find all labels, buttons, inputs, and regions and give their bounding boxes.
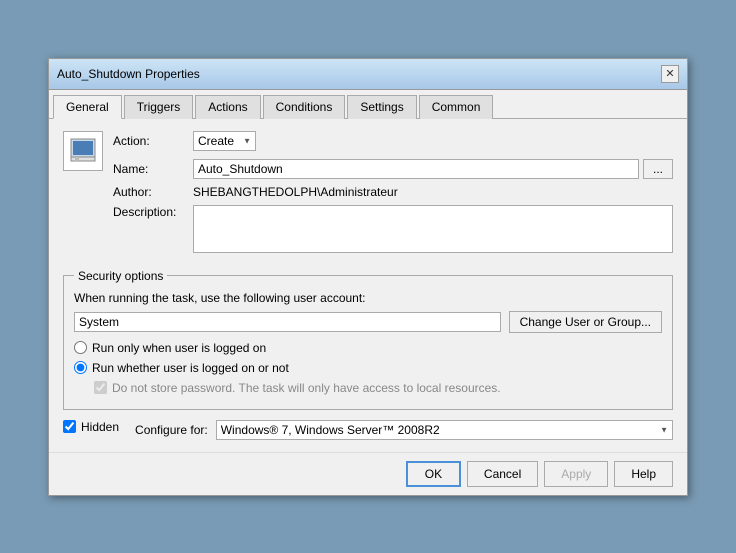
top-section: Action: Create Name: ... Author: SHEBANG… (63, 131, 673, 261)
action-label: Action: (113, 134, 193, 148)
apply-button[interactable]: Apply (544, 461, 608, 487)
radio-whether-label: Run whether user is logged on or not (92, 361, 289, 375)
main-window: Auto_Shutdown Properties ✕ General Trigg… (48, 58, 688, 496)
tab-bar: General Triggers Actions Conditions Sett… (49, 90, 687, 119)
description-row: Description: (113, 205, 673, 253)
window-title: Auto_Shutdown Properties (57, 67, 200, 81)
help-button[interactable]: Help (614, 461, 673, 487)
tab-actions[interactable]: Actions (195, 95, 260, 119)
description-label: Description: (113, 205, 193, 219)
tab-common[interactable]: Common (419, 95, 494, 119)
tab-conditions[interactable]: Conditions (263, 95, 346, 119)
radio-whether-row: Run whether user is logged on or not (74, 361, 662, 375)
action-select[interactable]: Create (193, 131, 256, 151)
change-user-button[interactable]: Change User or Group... (509, 311, 662, 333)
task-icon (63, 131, 103, 171)
no-password-label: Do not store password. The task will onl… (112, 381, 501, 395)
close-button[interactable]: ✕ (661, 65, 679, 83)
hidden-checkbox[interactable] (63, 420, 76, 433)
top-fields: Action: Create Name: ... Author: SHEBANG… (113, 131, 673, 261)
radio-whether[interactable] (74, 361, 87, 374)
user-account-label: When running the task, use the following… (74, 291, 662, 305)
name-row: Name: ... (113, 159, 673, 179)
user-account-input[interactable] (74, 312, 501, 332)
configure-label: Configure for: (135, 423, 208, 437)
no-password-row: Do not store password. The task will onl… (94, 381, 662, 395)
configure-select-wrapper: Windows® 7, Windows Server™ 2008R2 (216, 420, 673, 440)
author-label: Author: (113, 185, 193, 199)
user-account-row: Change User or Group... (74, 311, 662, 333)
cancel-button[interactable]: Cancel (467, 461, 538, 487)
configure-select[interactable]: Windows® 7, Windows Server™ 2008R2 (216, 420, 673, 440)
bottom-row: Hidden Configure for: Windows® 7, Window… (63, 420, 673, 440)
description-input[interactable] (193, 205, 673, 253)
radio-logged-on-row: Run only when user is logged on (74, 341, 662, 355)
ok-button[interactable]: OK (406, 461, 461, 487)
hidden-label: Hidden (81, 420, 119, 434)
button-bar: OK Cancel Apply Help (49, 452, 687, 495)
general-tab-content: Action: Create Name: ... Author: SHEBANG… (49, 119, 687, 452)
tab-general[interactable]: General (53, 95, 122, 119)
no-password-checkbox[interactable] (94, 381, 107, 394)
action-row: Action: Create (113, 131, 673, 151)
action-select-wrapper: Create (193, 131, 256, 151)
task-icon-svg (69, 137, 97, 165)
tab-settings[interactable]: Settings (347, 95, 416, 119)
hidden-row: Hidden (63, 420, 119, 434)
author-value: SHEBANGTHEDOLPH\Administrateur (193, 185, 673, 199)
radio-logged-on[interactable] (74, 341, 87, 354)
tab-triggers[interactable]: Triggers (124, 95, 194, 119)
author-row: Author: SHEBANGTHEDOLPH\Administrateur (113, 185, 673, 199)
security-options-legend: Security options (74, 269, 167, 283)
title-bar: Auto_Shutdown Properties ✕ (49, 59, 687, 90)
name-input[interactable] (193, 159, 639, 179)
name-label: Name: (113, 162, 193, 176)
radio-logged-on-label: Run only when user is logged on (92, 341, 266, 355)
security-options-group: Security options When running the task, … (63, 269, 673, 410)
browse-button[interactable]: ... (643, 159, 673, 179)
